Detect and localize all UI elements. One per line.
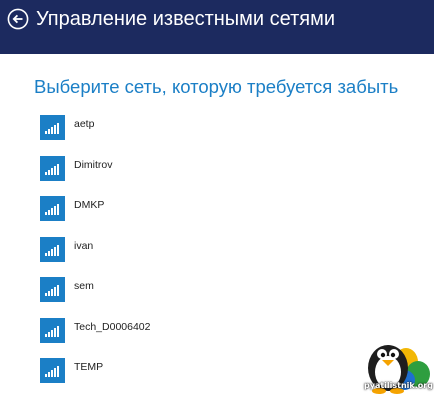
- wifi-signal-icon: [40, 317, 65, 343]
- network-list-item[interactable]: ivan: [40, 236, 340, 263]
- network-list-item[interactable]: Dimitrov: [40, 155, 340, 182]
- network-name: Dimitrov: [74, 158, 113, 171]
- network-list-item[interactable]: aetp: [40, 115, 340, 141]
- wifi-signal-icon: [40, 155, 65, 181]
- wifi-signal-icon: [40, 115, 65, 140]
- network-name: TEMP: [74, 361, 104, 373]
- header-bar: Управление известными сетями: [0, 0, 434, 54]
- network-list-item[interactable]: DMKP: [40, 196, 340, 222]
- watermark-logo: pyatilistnik.org: [358, 328, 433, 398]
- page-title: Управление известными сетями: [36, 8, 336, 30]
- network-name: Tech_D0006402: [74, 320, 151, 333]
- wifi-signal-icon: [40, 196, 65, 221]
- network-name: DMKP: [74, 199, 105, 211]
- wifi-signal-icon: [40, 277, 65, 302]
- back-arrow-icon: [7, 8, 29, 30]
- wifi-signal-icon: [40, 236, 65, 262]
- section-subtitle: Выберите сеть, которую требуется забыть: [34, 76, 399, 97]
- network-name: ivan: [74, 239, 94, 252]
- network-list-item[interactable]: Tech_D0006402: [40, 317, 340, 344]
- network-list: aetp Dimitrov DMKP ivan sem Tech_D000640…: [40, 115, 340, 399]
- network-list-item[interactable]: sem: [40, 277, 340, 303]
- network-name: aetp: [74, 118, 95, 130]
- network-list-item[interactable]: TEMP: [40, 358, 340, 384]
- network-name: sem: [74, 280, 94, 292]
- back-button[interactable]: [7, 8, 29, 30]
- wifi-signal-icon: [40, 358, 65, 383]
- watermark-text: pyatilistnik.org: [364, 381, 433, 390]
